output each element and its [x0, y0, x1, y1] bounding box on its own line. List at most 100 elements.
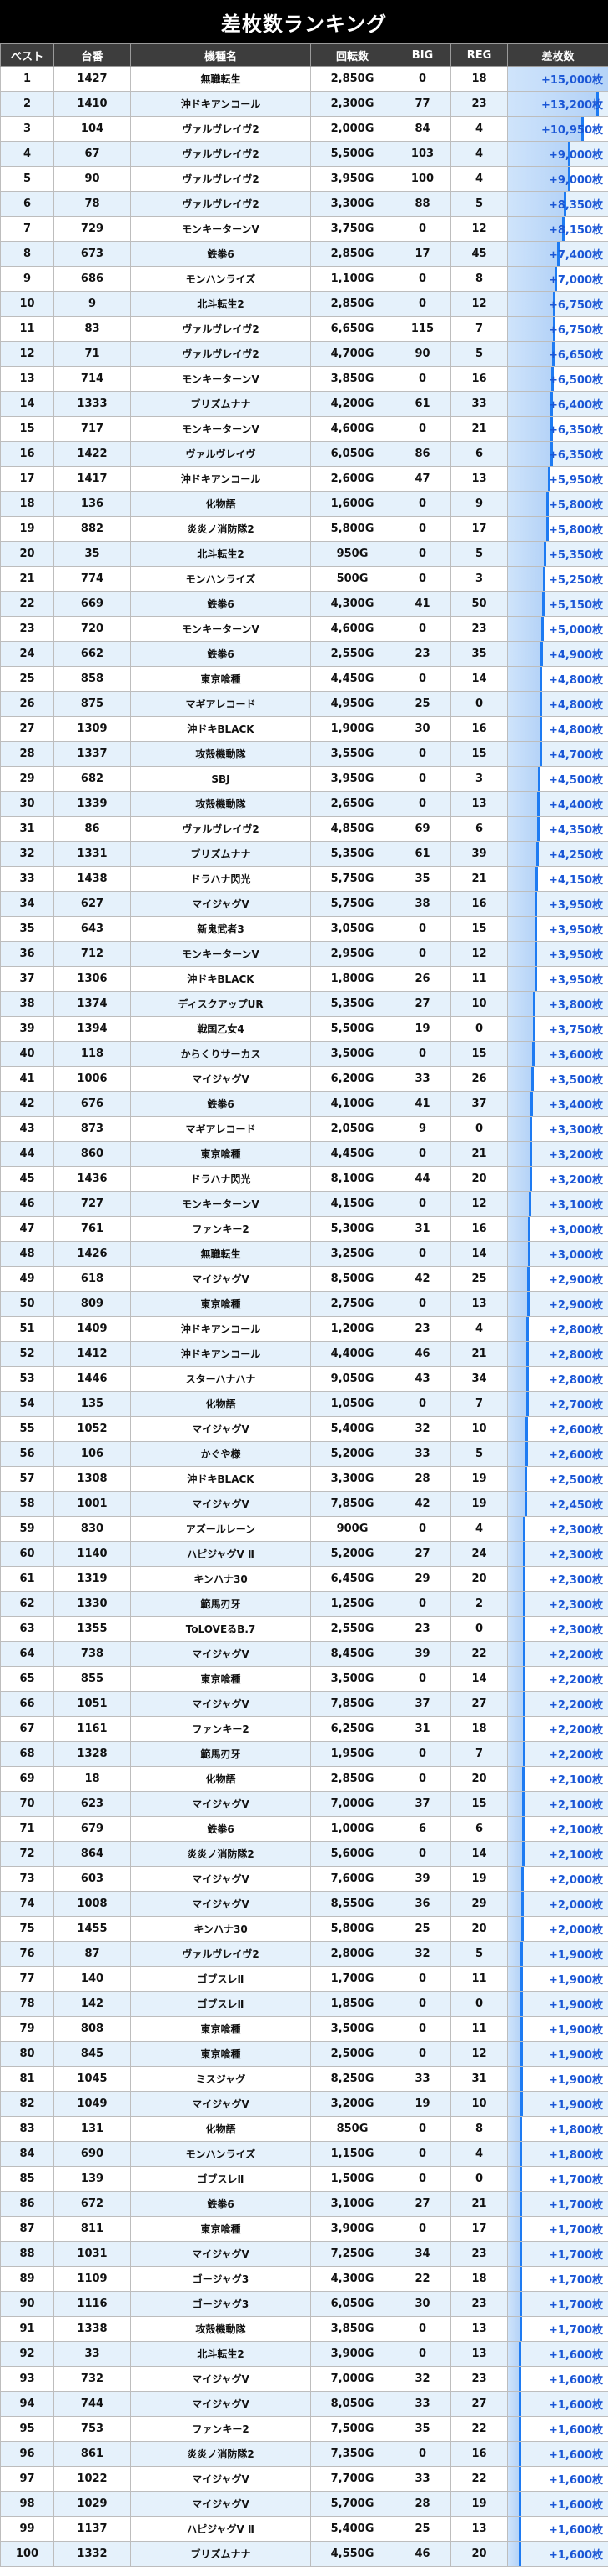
big-cell: 19	[394, 2091, 451, 2117]
games-cell: 3,900G	[310, 2341, 394, 2367]
machine-number-cell: 623	[53, 1791, 131, 1817]
table-row: 57 1308 沖ドキBLACK 3,300G 28 19 +2,500枚	[0, 1466, 608, 1492]
difference-cell: +4,700枚	[507, 741, 608, 767]
reg-cell: 11	[450, 2016, 508, 2042]
reg-cell: 0	[450, 2166, 508, 2192]
rank-cell: 31	[0, 816, 54, 842]
machine-number-cell: 672	[53, 2191, 131, 2217]
difference-cell: +3,750枚	[507, 1016, 608, 1042]
reg-cell: 19	[450, 1491, 508, 1517]
machine-number-cell: 714	[53, 366, 131, 392]
difference-cell: +1,600枚	[507, 2391, 608, 2417]
table-row: 48 1426 無職転生 3,250G 0 14 +3,000枚	[0, 1241, 608, 1267]
rank-cell: 4	[0, 141, 54, 167]
table-row: 68 1328 範馬刃牙 1,950G 0 7 +2,200枚	[0, 1741, 608, 1767]
reg-cell: 20	[450, 1916, 508, 1942]
big-cell: 0	[394, 1741, 451, 1767]
machine-name-cell: モンキーターンV	[130, 1191, 311, 1217]
machine-number-cell: 679	[53, 1816, 131, 1842]
difference-value: +3,950枚	[548, 924, 603, 937]
header-games[interactable]: 回転数	[310, 43, 394, 67]
big-cell: 23	[394, 1616, 451, 1642]
difference-cell: +2,450枚	[507, 1491, 608, 1517]
table-row: 71 679 鉄拳6 1,000G 6 6 +2,100枚	[0, 1816, 608, 1842]
rank-cell: 11	[0, 316, 54, 342]
games-cell: 2,600G	[310, 466, 394, 492]
rank-cell: 61	[0, 1566, 54, 1592]
difference-cell: +1,900枚	[507, 1991, 608, 2017]
machine-name-cell: ドラハナ閃光	[130, 866, 311, 892]
machine-name-cell: 北斗転生2	[130, 541, 311, 567]
machine-name-cell: ゴブスレⅡ	[130, 1966, 311, 1992]
machine-name-cell: マイジャグV	[130, 1691, 311, 1717]
difference-value: +5,250枚	[548, 574, 603, 587]
machine-name-cell: マイジャグV	[130, 891, 311, 917]
difference-bar	[508, 2167, 522, 2191]
rank-cell: 18	[0, 491, 54, 517]
table-row: 29 682 SBJ 3,950G 0 3 +4,500枚	[0, 766, 608, 792]
machine-number-cell: 717	[53, 416, 131, 442]
table-row: 14 1333 ブリズムナナ 4,200G 61 33 +6,400枚	[0, 391, 608, 417]
difference-value: +4,400枚	[548, 799, 603, 812]
difference-bar	[508, 1692, 525, 1716]
difference-bar	[508, 1117, 533, 1141]
games-cell: 5,200G	[310, 1441, 394, 1467]
difference-cell: +2,100枚	[507, 1816, 608, 1842]
difference-bar	[508, 2067, 524, 2091]
reg-cell: 5	[450, 541, 508, 567]
rank-cell: 48	[0, 1241, 54, 1267]
games-cell: 2,850G	[310, 66, 394, 92]
big-cell: 0	[394, 2441, 451, 2467]
difference-bar	[508, 817, 540, 841]
table-row: 86 672 鉄拳6 3,100G 27 21 +1,700枚	[0, 2191, 608, 2217]
difference-value: +6,500枚	[548, 374, 603, 387]
difference-bar	[508, 542, 546, 566]
difference-bar	[508, 1567, 526, 1591]
rank-cell: 28	[0, 741, 54, 767]
rank-cell: 64	[0, 1641, 54, 1667]
header-big[interactable]: BIG	[394, 43, 451, 67]
machine-name-cell: ハピジャグV Ⅱ	[130, 2516, 311, 2542]
machine-name-cell: モンハンライズ	[130, 2141, 311, 2167]
reg-cell: 27	[450, 1691, 508, 1717]
big-cell: 0	[394, 516, 451, 542]
machine-number-cell: 33	[53, 2341, 131, 2367]
difference-cell: +3,500枚	[507, 1066, 608, 1092]
machine-number-cell: 712	[53, 941, 131, 967]
difference-value: +1,800枚	[548, 2124, 603, 2137]
difference-cell: +9,000枚	[507, 141, 608, 167]
big-cell: 0	[394, 941, 451, 967]
header-reg[interactable]: REG	[450, 43, 508, 67]
rank-cell: 3	[0, 116, 54, 142]
machine-name-cell: ブリズムナナ	[130, 2541, 311, 2567]
reg-cell: 15	[450, 1041, 508, 1067]
games-cell: 8,050G	[310, 2391, 394, 2417]
rank-cell: 76	[0, 1941, 54, 1967]
machine-name-cell: 北斗転生2	[130, 2341, 311, 2367]
games-cell: 3,750G	[310, 216, 394, 242]
reg-cell: 5	[450, 1441, 508, 1467]
games-cell: 1,050G	[310, 1391, 394, 1417]
big-cell: 0	[394, 1191, 451, 1217]
header-difference[interactable]: 差枚数	[507, 43, 608, 67]
table-row: 51 1409 沖ドキアンコール 1,200G 23 4 +2,800枚	[0, 1316, 608, 1342]
reg-cell: 27	[450, 2391, 508, 2417]
difference-cell: +2,800枚	[507, 1341, 608, 1367]
machine-name-cell: 沖ドキアンコール	[130, 1316, 311, 1342]
header-rank[interactable]: ベスト	[0, 43, 54, 67]
difference-cell: +4,800枚	[507, 666, 608, 692]
games-cell: 6,450G	[310, 1566, 394, 1592]
difference-bar	[508, 2242, 522, 2266]
machine-name-cell: マギアレコード	[130, 691, 311, 717]
difference-cell: +1,900枚	[507, 2016, 608, 2042]
difference-bar	[508, 967, 537, 991]
table-row: 52 1412 沖ドキアンコール 4,400G 46 21 +2,800枚	[0, 1341, 608, 1367]
header-machine-name[interactable]: 機種名	[130, 43, 311, 67]
games-cell: 1,200G	[310, 1316, 394, 1342]
header-machine-number[interactable]: 台番	[53, 43, 131, 67]
machine-number-cell: 845	[53, 2041, 131, 2067]
big-cell: 77	[394, 91, 451, 117]
machine-name-cell: 化物語	[130, 1391, 311, 1417]
difference-value: +2,600枚	[548, 1424, 603, 1437]
reg-cell: 37	[450, 1091, 508, 1117]
